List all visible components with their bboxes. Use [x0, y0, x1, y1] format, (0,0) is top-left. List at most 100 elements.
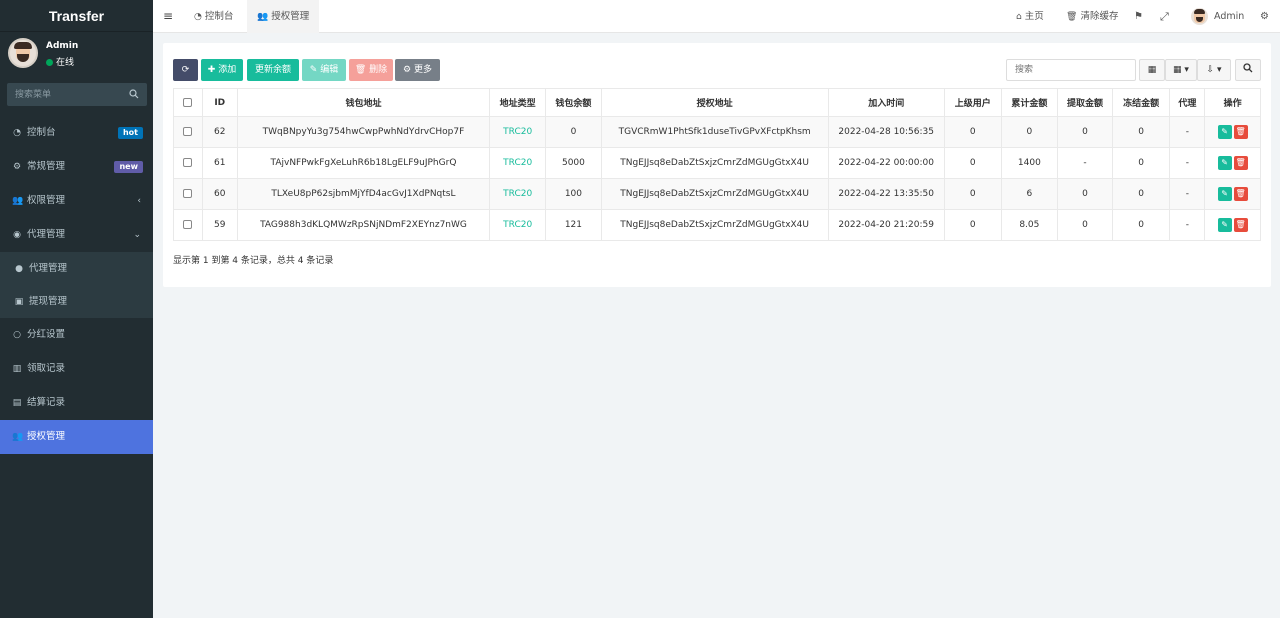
user-circle-icon: ◉: [13, 230, 21, 240]
edit-icon[interactable]: ✎: [1217, 187, 1232, 201]
frozen-cell: 0: [1111, 147, 1171, 179]
edit-button[interactable]: ✎ 编辑: [302, 59, 346, 81]
edit-icon[interactable]: ✎: [1217, 156, 1232, 170]
sidebar-item-general[interactable]: ⚙ 常规管理 new: [0, 150, 153, 184]
type-cell[interactable]: TRC20: [489, 178, 547, 210]
sidebar-item-label: 领取记录: [27, 363, 66, 374]
sidebar-search: [7, 83, 147, 106]
search-icon[interactable]: [129, 89, 139, 99]
frozen-cell: 0: [1111, 116, 1171, 148]
row-checkbox[interactable]: [183, 158, 193, 167]
sidebar-submenu: ● 代理管理 ▣ 提现管理: [0, 252, 153, 318]
sidebar-item-permissions[interactable]: 👥 权限管理 ‹: [0, 184, 153, 218]
advanced-search-button[interactable]: [1235, 59, 1261, 81]
type-cell[interactable]: TRC20: [489, 116, 547, 148]
settings-icon[interactable]: ⚙: [1260, 0, 1269, 33]
column-header[interactable]: 提取金额: [1057, 88, 1113, 117]
language-icon[interactable]: ⚑: [1134, 0, 1143, 33]
table-row[interactable]: 60 TLXeU8pP62sjbmMjYfD4acGvJ1XdPNqtsL TR…: [173, 178, 1261, 210]
tab-authorization[interactable]: 👥 授权管理: [247, 0, 320, 33]
more-label: 更多: [413, 65, 432, 75]
sidebar-item-settlement[interactable]: ▤ 结算记录: [0, 386, 153, 420]
actions-cell: ✎ 🗑: [1204, 178, 1261, 210]
sidebar-item-claims[interactable]: ▥ 领取记录: [0, 352, 153, 386]
pencil-icon: ✎: [309, 65, 318, 75]
circle-icon: ○: [13, 330, 21, 340]
app-logo[interactable]: Transfer: [0, 0, 153, 32]
delete-icon[interactable]: 🗑: [1233, 187, 1248, 201]
sidebar-item-label: 提现管理: [29, 296, 68, 307]
grid-icon: ▦: [1173, 65, 1182, 75]
sidebar-item-agent[interactable]: ◉ 代理管理 ⌄: [0, 218, 153, 252]
wallet-cell: TLXeU8pP62sjbmMjYfD4acGvJ1XdPNqtsL: [236, 178, 491, 210]
table-row[interactable]: 59 TAG988h3dKLQMWzRpSNjNDmF2XEYnz7nWG TR…: [173, 209, 1261, 241]
refresh-button[interactable]: ⟳: [173, 59, 198, 81]
navbar-avatar[interactable]: [1191, 8, 1208, 25]
wallet-cell: TAG988h3dKLQMWzRpSNjNDmF2XEYnz7nWG: [236, 209, 491, 241]
column-header[interactable]: 上级用户: [943, 88, 1002, 117]
table-search-input[interactable]: [1006, 59, 1136, 81]
total-cell: 8.05: [1000, 209, 1059, 241]
column-header[interactable]: 累计金额: [1000, 88, 1059, 117]
clear-cache-button[interactable]: 🗑 清除缓存: [1066, 0, 1118, 33]
tasks-icon: ▥: [12, 364, 22, 374]
sidebar-search-input[interactable]: [7, 83, 117, 106]
row-select-cell: [173, 178, 203, 210]
agent-cell: -: [1169, 209, 1206, 241]
columns-button[interactable]: ▦ ▾: [1165, 59, 1197, 81]
edit-icon[interactable]: ✎: [1217, 218, 1232, 232]
clear-cache-label: 清除缓存: [1080, 11, 1119, 22]
select-all-checkbox[interactable]: [183, 97, 193, 107]
row-checkbox[interactable]: [183, 189, 193, 198]
wallet-cell: TWqBNpyYu3g754hwCwpPwhNdYdrvCHop7F: [236, 116, 491, 148]
sidebar-item-authorization[interactable]: 👥 授权管理: [0, 420, 153, 454]
delete-icon[interactable]: 🗑: [1233, 125, 1248, 139]
agent-cell: -: [1169, 116, 1206, 148]
menu-toggle-icon[interactable]: ≡: [163, 0, 173, 33]
row-checkbox[interactable]: [183, 127, 193, 136]
time-cell: 2022-04-22 13:35:50: [827, 178, 945, 210]
edit-icon[interactable]: ✎: [1217, 125, 1232, 139]
withdrawn-cell: 0: [1057, 116, 1113, 148]
column-header[interactable]: 钱包地址: [236, 88, 491, 117]
more-button[interactable]: ⚙ 更多: [395, 59, 440, 81]
row-checkbox[interactable]: [183, 220, 193, 229]
sidebar-subitem-agent[interactable]: ● 代理管理: [0, 252, 153, 285]
caret-down-icon: ▾: [1184, 65, 1189, 75]
dashboard-icon: ◔: [194, 12, 202, 22]
refresh-icon: ⟳: [181, 65, 190, 75]
type-cell[interactable]: TRC20: [489, 209, 547, 241]
delete-icon[interactable]: 🗑: [1233, 156, 1248, 170]
column-header[interactable]: 冻结金额: [1111, 88, 1171, 117]
balance-cell: 0: [545, 116, 602, 148]
add-button[interactable]: ✚ 添加: [201, 59, 243, 81]
column-header[interactable]: 加入时间: [827, 88, 945, 117]
sidebar-item-dashboard[interactable]: ◔ 控制台 hot: [0, 116, 153, 150]
export-button[interactable]: ⇩ ▾: [1197, 59, 1231, 81]
column-header[interactable]: 代理: [1169, 88, 1206, 117]
toggle-view-button[interactable]: ▦: [1139, 59, 1165, 81]
column-header[interactable]: 钱包余额: [545, 88, 602, 117]
fullscreen-icon[interactable]: ⤢: [1160, 0, 1169, 33]
download-icon: ⇩: [1206, 65, 1215, 75]
navbar-username[interactable]: Admin: [1214, 0, 1244, 33]
add-label: 添加: [218, 65, 237, 75]
home-label: 主页: [1024, 11, 1044, 22]
column-header[interactable]: 地址类型: [489, 88, 547, 117]
sidebar-item-dividend[interactable]: ○ 分红设置: [0, 318, 153, 352]
update-balance-button[interactable]: 更新余额: [247, 59, 299, 81]
tab-dashboard[interactable]: ◔ 控制台: [183, 0, 244, 33]
column-header[interactable]: 授权地址: [600, 88, 829, 117]
type-cell[interactable]: TRC20: [489, 147, 547, 179]
home-link[interactable]: ⌂ 主页: [1016, 0, 1044, 33]
table-row[interactable]: 62 TWqBNpyYu3g754hwCwpPwhNdYdrvCHop7F TR…: [173, 116, 1261, 148]
delete-icon[interactable]: 🗑: [1233, 218, 1248, 232]
cogs-icon: ⚙: [12, 162, 22, 172]
row-select-cell: [173, 147, 203, 179]
column-header[interactable]: ID: [201, 88, 238, 117]
sidebar-subitem-withdraw[interactable]: ▣ 提现管理: [0, 285, 153, 318]
frozen-cell: 0: [1111, 178, 1171, 210]
table-row[interactable]: 61 TAjvNFPwkFgXeLuhR6b18LgELF9uJPhGrQ TR…: [173, 147, 1261, 179]
user-name: Admin: [46, 41, 79, 51]
delete-button[interactable]: 🗑 删除: [349, 59, 393, 81]
